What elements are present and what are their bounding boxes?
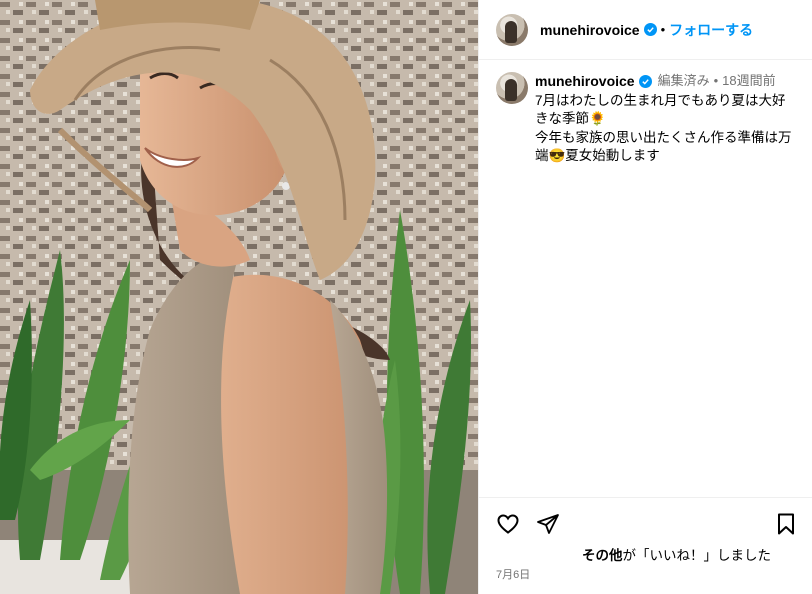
paper-plane-icon[interactable] bbox=[536, 512, 560, 540]
follow-button[interactable]: フォローする bbox=[669, 20, 753, 40]
post-time[interactable]: 18週間前 bbox=[722, 72, 775, 91]
bookmark-icon[interactable] bbox=[775, 512, 797, 540]
caption: munehirovoice 編集済み • 18週間前 7月はわたしの生まれ月でも… bbox=[496, 72, 796, 166]
verified-badge-icon bbox=[638, 74, 652, 88]
likes-others[interactable]: その他 bbox=[582, 548, 623, 563]
actions-bar: その他が「いいね！」しました 7月6日 bbox=[479, 497, 812, 594]
verified-badge-icon bbox=[643, 23, 657, 36]
header-username[interactable]: munehirovoice bbox=[540, 22, 640, 38]
likes-suffix: が「いいね！」しました bbox=[622, 548, 772, 563]
post-side-panel: munehirovoice • フォローする munehirovoice 編集済… bbox=[478, 0, 812, 594]
header-separator: • bbox=[660, 22, 666, 37]
caption-text: 7月はわたしの生まれ月でもあり夏は大好きな季節🌻 今年も家族の思い出たくさん作る… bbox=[535, 92, 792, 164]
avatar[interactable] bbox=[496, 13, 528, 46]
likes-text[interactable]: その他が「いいね！」しました bbox=[582, 544, 771, 564]
meta-separator: • bbox=[713, 73, 719, 88]
heart-icon[interactable] bbox=[496, 512, 520, 540]
caption-avatar[interactable] bbox=[496, 72, 528, 104]
post-date[interactable]: 7月6日 bbox=[496, 566, 530, 582]
photo-illustration bbox=[0, 0, 478, 594]
post-header: munehirovoice • フォローする bbox=[479, 0, 812, 60]
edited-label: 編集済み bbox=[657, 73, 710, 88]
caption-username[interactable]: munehirovoice bbox=[535, 72, 635, 91]
post-photo[interactable] bbox=[0, 0, 478, 594]
